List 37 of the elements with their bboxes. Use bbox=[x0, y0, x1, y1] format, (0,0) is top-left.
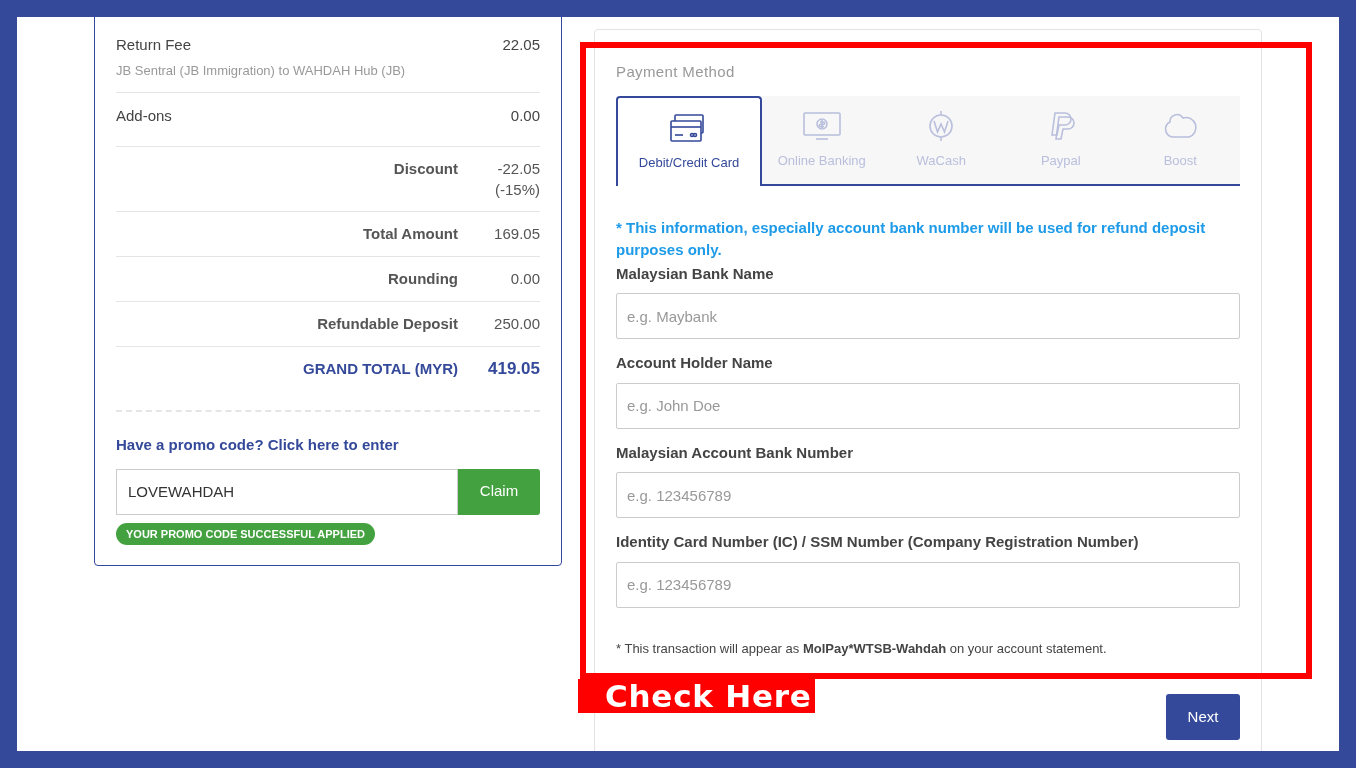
total-amount: 169.05 bbox=[493, 224, 540, 244]
field-label: Account Holder Name bbox=[616, 353, 774, 373]
total-label: Rounding bbox=[388, 269, 458, 289]
field-label: Identity Card Number (IC) / SSM Number (Company Registration Number) bbox=[616, 532, 1140, 552]
fee-label: Return Fee bbox=[116, 35, 193, 55]
input-field[interactable]: e.g. 123456789 bbox=[616, 561, 1240, 608]
field-label: Malaysian Account Bank Number bbox=[616, 442, 854, 463]
total-amount: 419.05 bbox=[487, 358, 540, 380]
claim-button[interactable]: Claim bbox=[458, 468, 540, 515]
total-amount: -22.05 (-15%) bbox=[494, 159, 540, 200]
success-badge: YOUR PROMO CODE SUCCESSFUL APPLIED bbox=[116, 522, 375, 545]
field-label: Malaysian Bank Name bbox=[616, 263, 775, 284]
payment-tab[interactable]: WaCash bbox=[881, 95, 1001, 184]
annotation-label: Check Here bbox=[578, 679, 815, 713]
fee-amount: 22.05 bbox=[502, 35, 540, 55]
input-field[interactable]: e.g. 123456789 bbox=[616, 472, 1240, 518]
promo-code-link[interactable]: Have a promo code? Click here to enter bbox=[116, 434, 399, 457]
fee-amount: 0.00 bbox=[510, 106, 540, 126]
input-field[interactable]: e.g. Maybank bbox=[616, 293, 1240, 339]
total-label: Discount bbox=[393, 159, 458, 179]
total-amount: 250.00 bbox=[493, 314, 540, 334]
total-label: Total Amount bbox=[363, 224, 458, 244]
transaction-note: * This transaction will appear as MolPay*WTSB-Wahdah on your account statement. bbox=[616, 639, 1108, 658]
total-amount: 0.00 bbox=[509, 269, 540, 289]
route-text: JB Sentral (JB Immigration) to WAHDAH Hub (JB) bbox=[116, 61, 406, 80]
fee-label: Add-ons bbox=[116, 106, 172, 126]
payment-tab[interactable]: Paypal bbox=[1001, 95, 1121, 184]
total-label: Refundable Deposit bbox=[317, 314, 458, 334]
payment-tab[interactable]: Debit/Credit Card bbox=[616, 95, 762, 186]
promo-code-field[interactable]: LOVEWAHDAH bbox=[116, 468, 458, 515]
payment-tab[interactable]: Online Banking bbox=[762, 95, 882, 184]
next-button[interactable]: Next bbox=[1166, 694, 1240, 740]
payment-tab[interactable]: Boost bbox=[1120, 95, 1240, 184]
total-label: GRAND TOTAL (MYR) bbox=[303, 359, 458, 379]
input-field[interactable]: e.g. John Doe bbox=[616, 382, 1240, 429]
info-text: * This information, especially account bank number will be used for refund deposit purposes only. bbox=[616, 217, 1207, 260]
section-title: Payment Method bbox=[616, 62, 736, 82]
